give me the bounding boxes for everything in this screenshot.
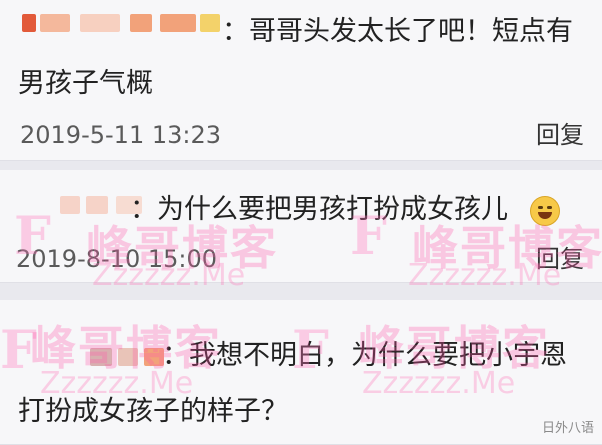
comment-text: ：哥哥头发太长了吧！短点有	[222, 16, 573, 47]
comment-card: ：哥哥头发太长了吧！短点有 男孩子气概 2019-5-11 13:23 回复	[0, 0, 602, 161]
watermark-url: Zzzzzz.Me	[408, 258, 562, 293]
watermark-url: Zzzzzz.Me	[362, 366, 516, 401]
watermark-url: Zzzzzz.Me	[92, 258, 246, 293]
watermark-letter: F	[292, 320, 329, 381]
reply-button[interactable]: 回复	[536, 120, 584, 150]
watermark-letter: F	[14, 206, 51, 267]
watermark-url: Zzzzzz.Me	[40, 366, 194, 401]
blurred-username	[22, 14, 222, 32]
comment-timestamp: 2019-5-11 13:23	[20, 121, 221, 149]
watermark-letter: F	[350, 206, 387, 267]
comment-text: 男孩子气概	[18, 68, 153, 99]
source-stamp: 日外八语	[541, 421, 594, 436]
